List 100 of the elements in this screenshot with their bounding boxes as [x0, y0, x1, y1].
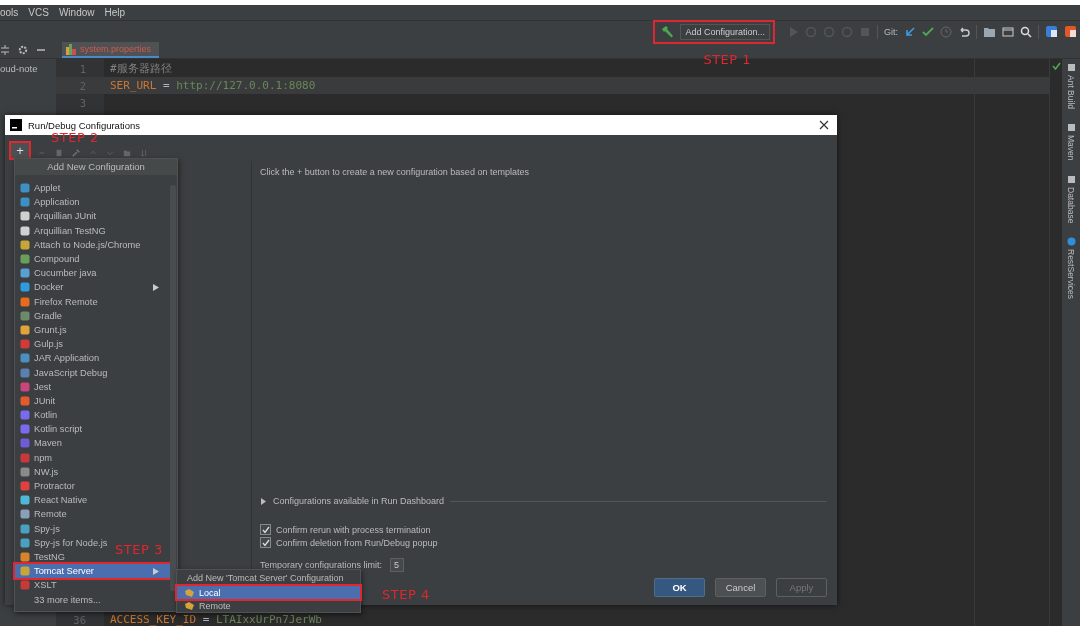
scrollbar-thumb[interactable]	[170, 185, 176, 591]
git-label: Git:	[884, 26, 898, 37]
menu-item[interactable]: JUnit	[15, 393, 60, 408]
menu-item[interactable]: Arquillian TestNG	[15, 223, 110, 238]
menu-item[interactable]: Window	[58, 7, 95, 18]
arrow-icon[interactable]	[904, 25, 916, 38]
tile-icon	[20, 481, 30, 492]
menu-item[interactable]: TestNG	[15, 549, 69, 565]
submenu-arrow-icon	[153, 283, 159, 291]
check-icon[interactable]	[922, 25, 934, 38]
submenu-arrow-icon	[153, 567, 159, 575]
menu-item[interactable]: Help	[104, 7, 126, 18]
tile-icon	[20, 367, 30, 378]
step-label: STEP 1	[703, 51, 752, 67]
tool-window-button[interactable]: RestServices	[1066, 236, 1076, 299]
menu-item[interactable]: Applet	[15, 181, 65, 196]
menu-item[interactable]: 33 more items...	[15, 592, 105, 607]
tool-window-button[interactable]: Maven	[1066, 123, 1076, 161]
tile-icon	[20, 551, 30, 562]
menu-item[interactable]: Arquillian JUnit	[15, 209, 100, 224]
dialog-title: Run/Debug Configurations	[28, 119, 140, 131]
tile-icon	[20, 353, 30, 364]
tile-icon	[20, 268, 30, 279]
close-icon[interactable]	[819, 120, 829, 130]
tile-icon	[20, 339, 30, 350]
tile-icon	[20, 537, 30, 548]
hint-text: Click the + button to create a new configuration based on templates	[260, 167, 530, 177]
menu-item[interactable]: Maven	[15, 436, 66, 451]
menu-item[interactable]: XSLT	[15, 578, 61, 593]
menu-item[interactable]: JAR Application	[15, 351, 104, 366]
menu-item[interactable]: JavaScript Debug	[15, 365, 112, 380]
checkbox-label: Confirm rerun with process termination	[276, 524, 431, 535]
app-icon[interactable]	[1064, 25, 1077, 38]
folder-icon[interactable]	[983, 25, 996, 38]
tile-icon	[20, 324, 30, 335]
menu-item[interactable]: Spy-js	[15, 521, 64, 536]
window-icon[interactable]	[1002, 25, 1014, 38]
tile-icon	[20, 452, 30, 463]
code-line: SER_URL = http://127.0.0.1:8080	[110, 79, 316, 92]
menu-item[interactable]: Kotlin	[15, 408, 62, 423]
tool-icon	[1066, 123, 1076, 133]
settings-icon[interactable]	[18, 45, 28, 55]
tool-window-button[interactable]: Database	[1066, 174, 1076, 223]
tool-icon	[1066, 174, 1076, 184]
menu-header: Add New 'Tomcat Server' Configuration	[186, 572, 345, 585]
tile-icon	[20, 310, 30, 321]
tool-icon	[1066, 63, 1076, 72]
checkbox[interactable]	[260, 537, 271, 548]
tile-icon	[20, 395, 30, 406]
copy-icon[interactable]	[55, 149, 63, 157]
project-item[interactable]: oud-note	[0, 63, 38, 74]
add-button[interactable]: +	[11, 143, 29, 158]
undo-icon[interactable]	[958, 25, 970, 38]
expand-arrow-icon[interactable]	[260, 497, 267, 505]
add-configuration-dropdown[interactable]: Add Configuration...	[680, 23, 770, 40]
hammer-icon[interactable]	[660, 24, 675, 39]
tool-window-button[interactable]: Ant Build	[1066, 63, 1076, 110]
menu-item[interactable]: React Native	[15, 493, 92, 508]
menu-item[interactable]: Tomcat Server	[15, 564, 171, 579]
menu-item[interactable]: Remote	[177, 599, 360, 612]
tile-icon	[20, 580, 30, 591]
search-icon[interactable]	[1020, 25, 1032, 38]
field-label: Temporary configurations limit:	[260, 560, 383, 570]
menu-item[interactable]: Application	[15, 195, 84, 210]
menu-item[interactable]: Kotlin script	[15, 422, 87, 437]
tile-icon	[20, 211, 30, 222]
checkbox[interactable]	[260, 524, 271, 535]
app-icon	[10, 119, 22, 131]
menu-item[interactable]: Docker	[15, 280, 171, 295]
app-icon[interactable]	[1045, 25, 1058, 38]
menu-item[interactable]: npm	[15, 450, 57, 465]
tile-icon	[20, 183, 30, 194]
menu-item[interactable]: Spy-js for Node.js	[15, 535, 112, 550]
dialog-button[interactable]: Cancel	[715, 578, 766, 597]
menu-item[interactable]: Cucumber java	[15, 266, 101, 281]
collapse-icon[interactable]	[0, 45, 10, 55]
menu-item[interactable]: Remote	[15, 507, 71, 522]
menu-item[interactable]: Protractor	[15, 478, 79, 494]
menu-item[interactable]: Firefox Remote	[15, 294, 102, 309]
menu-header: Add New Configuration	[15, 159, 177, 175]
menu-item[interactable]: Attach to Node.js/Chrome	[15, 237, 145, 252]
tile-icon	[20, 225, 30, 236]
menu-item[interactable]: Grunt.js	[15, 322, 71, 338]
tile-icon	[20, 424, 30, 435]
input-field[interactable]: 5	[390, 558, 405, 572]
tile-icon	[20, 282, 30, 293]
step-label: STEP 3	[115, 542, 163, 558]
tile-icon	[20, 197, 30, 208]
section-header[interactable]: Configurations available in Run Dashboard	[273, 496, 445, 506]
step-label: STEP 4	[382, 587, 430, 602]
dialog-button[interactable]: OK	[654, 578, 705, 597]
menu-item[interactable]: Gradle	[15, 308, 66, 323]
menu-item[interactable]: Gulp.js	[15, 337, 67, 352]
menu-item[interactable]: Jest	[15, 379, 56, 394]
menu-item[interactable]: Compound	[15, 251, 84, 267]
menu-item[interactable]: NW.js	[15, 464, 63, 479]
wrench-icon[interactable]	[72, 149, 80, 157]
menu-item[interactable]: VCS	[28, 7, 49, 18]
menu-item[interactable]: ools	[0, 7, 19, 18]
menu-item[interactable]: Local	[177, 586, 360, 599]
